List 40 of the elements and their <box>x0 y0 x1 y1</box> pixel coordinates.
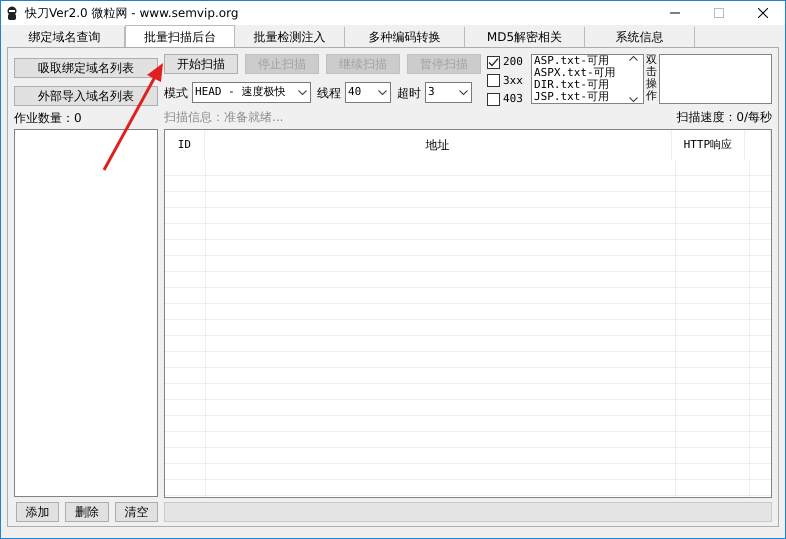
scan-info: 扫描信息：准备就绪... <box>164 109 284 126</box>
window-title: 快刀Ver2.0 微粒网 - www.semvip.org <box>25 5 238 22</box>
dictionary-list[interactable]: ASP.txt-可用 ASPX.txt-可用 DIR.txt-可用 JSP.txt-可用 <box>531 54 644 104</box>
text-area[interactable] <box>659 54 772 104</box>
checkbox-label: 403 <box>503 91 523 107</box>
checkbox-label: 3xx <box>503 72 523 88</box>
domain-list[interactable] <box>14 129 158 497</box>
job-count: 作业数量：0 <box>14 110 83 127</box>
dictionary-item[interactable]: JSP.txt-可用 <box>532 91 629 103</box>
checkbox[interactable] <box>487 92 500 106</box>
dropdown-field[interactable]: HEAD - 速度极快 <box>192 82 311 103</box>
app-icon <box>5 6 19 20</box>
import-button[interactable]: 吸取绑定域名列表 <box>14 58 158 78</box>
column-header[interactable]: ID <box>165 130 205 160</box>
maximize-icon <box>714 8 724 18</box>
field-label: 线程 <box>317 84 341 102</box>
caret-icon <box>378 90 387 96</box>
checkbox[interactable] <box>487 74 500 88</box>
import-button[interactable]: 外部导入域名列表 <box>14 86 158 106</box>
list-button[interactable]: 添加 <box>16 502 60 522</box>
close-icon <box>758 8 768 18</box>
side-label: 双击操作 <box>646 54 657 104</box>
field-label: 模式 <box>164 84 188 102</box>
scan-speed: 扫描速度：0/每秒 <box>676 109 772 126</box>
dropdown-field[interactable]: 3 <box>425 82 472 103</box>
column-header[interactable]: HTTP响应 <box>672 130 746 160</box>
list-button[interactable]: 清空 <box>114 502 158 522</box>
list-button[interactable]: 删除 <box>65 502 109 522</box>
checkbox-label: 200 <box>503 54 523 70</box>
dictionary-item[interactable]: ASPX.txt-可用 <box>532 67 629 79</box>
dictionary-item[interactable]: DIR.txt-可用 <box>532 79 629 91</box>
caret-icon <box>459 90 468 96</box>
checkbox[interactable] <box>487 56 500 69</box>
column-header[interactable]: 地址 <box>204 130 672 160</box>
field-label: 超时 <box>397 84 421 102</box>
scan-button[interactable]: 开始扫描 <box>164 54 238 74</box>
dropdown-field[interactable]: 40 <box>345 82 391 103</box>
tab[interactable]: 批量扫描后台 <box>125 25 235 47</box>
caret-icon <box>298 90 307 96</box>
dictionary-item[interactable]: ASP.txt-可用 <box>532 55 629 67</box>
